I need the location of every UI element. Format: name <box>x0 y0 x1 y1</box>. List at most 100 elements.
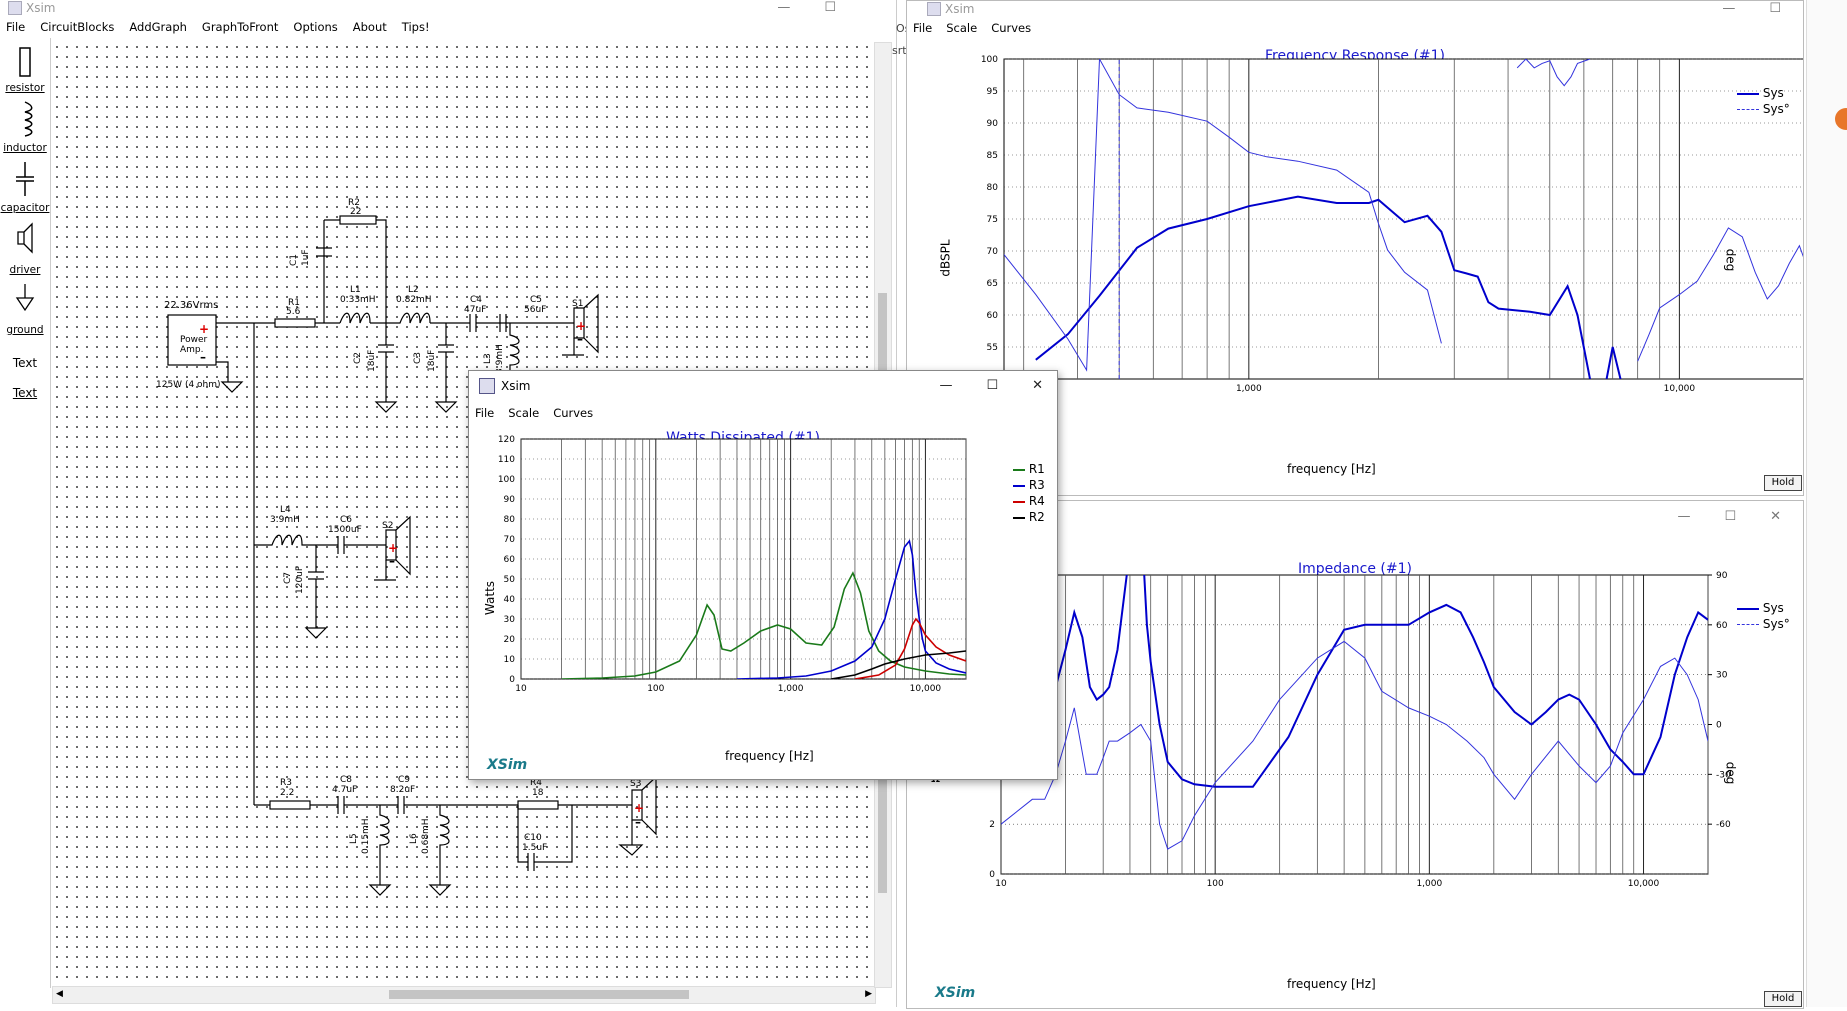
c8-label: C8 <box>340 775 352 785</box>
svg-text:–: – <box>635 815 641 829</box>
l5-label: L5 <box>349 833 359 844</box>
c4-label: C4 <box>470 295 482 305</box>
l4-label: L4 <box>280 505 291 515</box>
r3-label: R3 <box>280 778 292 788</box>
watts-legend-r4: R4 <box>1013 493 1045 509</box>
orange-circle-icon <box>1835 108 1847 130</box>
scroll-right-arrow[interactable]: ▶ <box>865 989 872 999</box>
c5-value: 56uF <box>524 305 546 315</box>
r2-value: 22 <box>350 207 361 217</box>
c1-label: C1 <box>289 254 299 266</box>
s2-label: S2 <box>382 521 393 531</box>
c10-value: 1.5uF <box>522 843 547 853</box>
c3-label: C3 <box>413 352 423 364</box>
l2-value: 0.82mH <box>396 295 432 305</box>
amp-voltage: 22.36Vrms <box>164 300 218 311</box>
freq-hold-button[interactable]: Hold <box>1764 475 1802 491</box>
freq-ytick-label: 100 <box>981 55 998 65</box>
watts-legend-r3-label: R3 <box>1028 478 1045 492</box>
imp-y2label: deg <box>1723 761 1738 785</box>
c5-label: C5 <box>530 295 542 305</box>
imp-y2tick-label: 90 <box>1716 571 1728 581</box>
l3-label: L3 <box>483 353 493 364</box>
freq-ylabel: dBSPL <box>938 239 953 277</box>
scroll-thumb-h[interactable] <box>389 990 689 999</box>
c2-label: C2 <box>353 352 363 364</box>
watts-ytick-label: 20 <box>504 635 516 645</box>
freq-ytick-label: 70 <box>987 247 999 257</box>
freq-ytick-label: 90 <box>987 119 999 129</box>
c4-value: 47uF <box>464 305 486 315</box>
imp-legend-sys-label: Sys <box>1762 601 1784 615</box>
watts-ytick-label: 100 <box>498 475 515 485</box>
freq-xlabel: frequency [Hz] <box>1287 462 1376 476</box>
watts-legend-r2-label: R2 <box>1028 510 1045 524</box>
watts-xsim-logo: XSim <box>487 757 528 773</box>
imp-y2tick-label: 0 <box>1716 721 1722 731</box>
c8-value: 4.7uF <box>332 785 357 795</box>
r4-value: 18 <box>532 788 544 798</box>
watts-ytick-label: 80 <box>504 515 516 525</box>
watts-xtick-label: 1,000 <box>778 684 804 694</box>
watts-legend: R1 R3 R4 R2 <box>1013 461 1045 525</box>
l4-value: 3.9mH <box>270 515 300 525</box>
r1-value: 5.6 <box>286 307 301 317</box>
c10-label: C10 <box>524 833 542 843</box>
watts-ytick-label: 90 <box>504 495 516 505</box>
svg-text:–: – <box>389 554 395 568</box>
freq-ytick-label: 55 <box>987 343 998 353</box>
watts-xlabel: frequency [Hz] <box>725 749 814 763</box>
s1-label: S1 <box>572 299 583 309</box>
l2-label: L2 <box>408 285 419 295</box>
freq-legend-phase-label: Sys° <box>1762 102 1790 116</box>
watts-ytick-label: 40 <box>504 595 516 605</box>
watts-legend-r1-label: R1 <box>1028 462 1045 476</box>
imp-ytick-label: 2 <box>989 820 995 830</box>
imp-legend-sys: Sys <box>1737 601 1784 615</box>
watts-ytick-label: 110 <box>498 455 515 465</box>
l6-value: 0.68mH <box>421 818 431 854</box>
imp-xtick-label: 10 <box>995 879 1007 889</box>
svg-text:–: – <box>577 332 583 346</box>
freq-legend-phase: Sys° <box>1737 102 1790 116</box>
watts-xtick-label: 100 <box>647 684 664 694</box>
c3-value: 18uF <box>427 350 437 372</box>
svg-text:–: – <box>200 350 206 364</box>
l1-label: L1 <box>350 285 361 295</box>
c9-label: C9 <box>398 775 410 785</box>
watts-graph[interactable]: 0 10 20 30 40 50 60 70 80 90 100 110 120 10 100 1,000 10… <box>469 371 1057 782</box>
c9-value: 8.2uF <box>390 785 415 795</box>
freq-ytick-label: 65 <box>987 279 998 289</box>
horizontal-scrollbar[interactable]: ◀ ▶ <box>52 986 876 1004</box>
background-fragment-srt: srt <box>892 44 907 57</box>
freq-ytick-label: 75 <box>987 215 998 225</box>
watts-ytick-label: 30 <box>504 615 516 625</box>
scroll-left-arrow[interactable]: ◀ <box>56 989 63 999</box>
freq-plot-frame <box>1003 58 1810 380</box>
freq-ytick-label: 60 <box>987 311 999 321</box>
freq-ytick-label: 95 <box>987 87 998 97</box>
imp-xlabel: frequency [Hz] <box>1287 977 1376 991</box>
watts-legend-r2: R2 <box>1013 509 1045 525</box>
l5-value: 0.15mH <box>361 818 371 854</box>
amp-label-1: Power <box>180 335 208 345</box>
watts-xtick-label: 10,000 <box>910 684 942 694</box>
imp-hold-button[interactable]: Hold <box>1764 991 1802 1007</box>
imp-legend-phase: Sys° <box>1737 617 1790 631</box>
watts-ytick-label: 50 <box>504 575 516 585</box>
watts-window: Xsim — ☐ ✕ File Scale Curves Watts Dissi… <box>468 370 1058 780</box>
freq-y2label: deg <box>1723 248 1738 272</box>
watts-ytick-label: 10 <box>504 655 516 665</box>
imp-xsim-logo: XSim <box>935 985 976 1001</box>
svg-text:+: + <box>634 801 644 815</box>
svg-text:+: + <box>576 319 586 333</box>
imp-legend-phase-label: Sys° <box>1762 617 1790 631</box>
c1-value: 1uF <box>301 249 311 266</box>
watts-legend-r1: R1 <box>1013 461 1045 477</box>
c7-value: 120uF <box>295 566 305 594</box>
svg-text:+: + <box>388 541 398 555</box>
imp-xtick-label: 1,000 <box>1416 879 1442 889</box>
watts-legend-r4-label: R4 <box>1028 494 1045 508</box>
freq-legend-sys: Sys <box>1737 86 1784 100</box>
watts-ylabel: Watts <box>483 580 498 616</box>
